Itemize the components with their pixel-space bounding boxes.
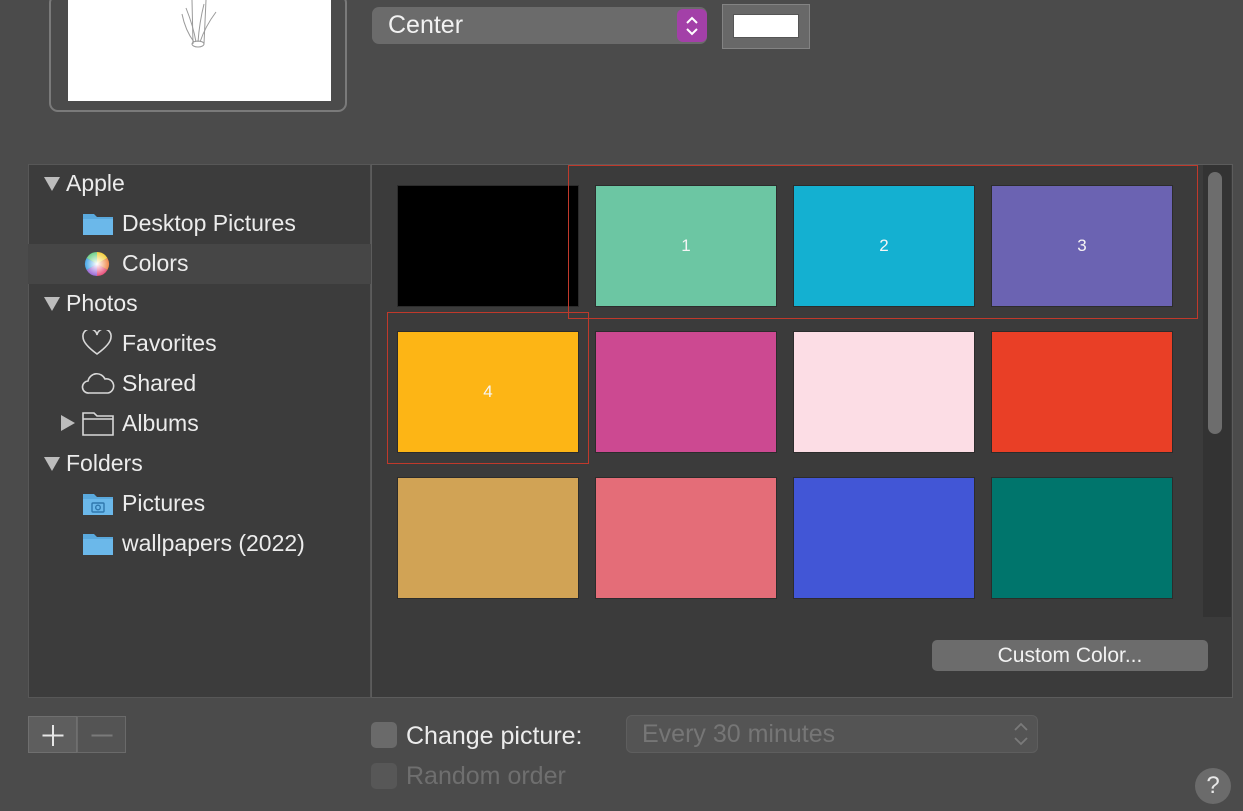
random-order-label: Random order xyxy=(406,762,566,790)
sidebar-item-albums[interactable]: Albums xyxy=(122,408,199,438)
highlight-box xyxy=(568,165,1198,319)
scrollbar-thumb[interactable] xyxy=(1208,172,1222,434)
minus-icon xyxy=(91,734,113,737)
sidebar-item-wallpapers[interactable]: wallpapers (2022) xyxy=(122,528,305,558)
folder-outline-icon xyxy=(82,410,114,441)
color-swatch[interactable] xyxy=(397,185,579,307)
heart-icon xyxy=(82,328,112,361)
desktop-preview-image xyxy=(68,0,331,101)
cloud-icon xyxy=(81,371,115,400)
folder-icon xyxy=(82,530,114,561)
folder-icon xyxy=(82,210,114,241)
color-swatch[interactable] xyxy=(991,331,1173,453)
add-folder-button[interactable] xyxy=(28,716,77,753)
picture-position-value: Center xyxy=(388,11,464,39)
highlight-box xyxy=(387,312,589,464)
plus-icon xyxy=(42,725,64,746)
color-swatch[interactable] xyxy=(595,331,777,453)
change-picture-checkbox[interactable] xyxy=(371,722,397,748)
sidebar-item-shared[interactable]: Shared xyxy=(122,368,196,398)
select-arrows-icon[interactable] xyxy=(677,9,707,42)
sidebar-group-apple[interactable]: Apple xyxy=(66,168,125,198)
chevron-updown-icon xyxy=(1014,722,1028,746)
color-swatch[interactable] xyxy=(397,477,579,599)
sidebar-item-colors[interactable] xyxy=(28,244,371,284)
disclosure-expanded-icon[interactable] xyxy=(44,457,60,471)
color-swatch[interactable] xyxy=(793,477,975,599)
pictures-folder-icon xyxy=(82,490,114,521)
color-swatch[interactable] xyxy=(793,331,975,453)
sidebar-item-desktop-pictures[interactable]: Desktop Pictures xyxy=(122,208,296,238)
disclosure-collapsed-icon[interactable] xyxy=(61,415,75,431)
color-swatch[interactable] xyxy=(991,477,1173,599)
help-button[interactable]: ? xyxy=(1195,768,1231,804)
disclosure-expanded-icon[interactable] xyxy=(44,297,60,311)
random-order-checkbox[interactable] xyxy=(371,763,397,789)
color-swatch[interactable] xyxy=(595,477,777,599)
custom-color-button[interactable]: Custom Color... xyxy=(932,640,1208,671)
change-interval-value: Every 30 minutes xyxy=(642,720,836,748)
sidebar-group-folders[interactable]: Folders xyxy=(66,448,143,478)
change-picture-label: Change picture: xyxy=(406,722,583,750)
sidebar-item-favorites[interactable]: Favorites xyxy=(122,328,217,358)
sidebar-item-pictures[interactable]: Pictures xyxy=(122,488,205,518)
sidebar-item-label: Colors xyxy=(122,250,189,276)
background-color-swatch[interactable] xyxy=(733,14,799,38)
color-wheel-icon xyxy=(84,251,110,282)
sidebar-group-photos[interactable]: Photos xyxy=(66,288,138,318)
remove-folder-button[interactable] xyxy=(77,716,126,753)
plant-sketch-icon xyxy=(181,0,217,48)
disclosure-expanded-icon[interactable] xyxy=(44,177,60,191)
